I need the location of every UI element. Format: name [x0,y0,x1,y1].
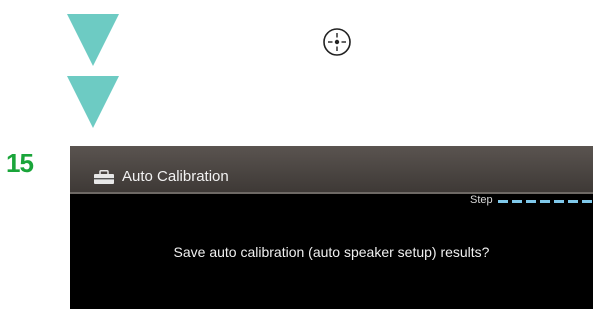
confirmation-message: Save auto calibration (auto speaker setu… [173,244,490,260]
enter-button-icon [323,28,351,56]
down-arrow-icon [67,76,119,128]
step-progress-indicator [498,200,593,203]
toolbox-icon [94,170,114,184]
down-arrow-icon [67,14,119,66]
title-bar-divider [70,192,593,194]
tv-screen: Auto Calibration Step Save auto calibrat… [70,146,593,309]
step-label: Step [470,194,493,206]
screen-title: Auto Calibration [122,168,229,185]
step-number: 15 [6,148,34,178]
